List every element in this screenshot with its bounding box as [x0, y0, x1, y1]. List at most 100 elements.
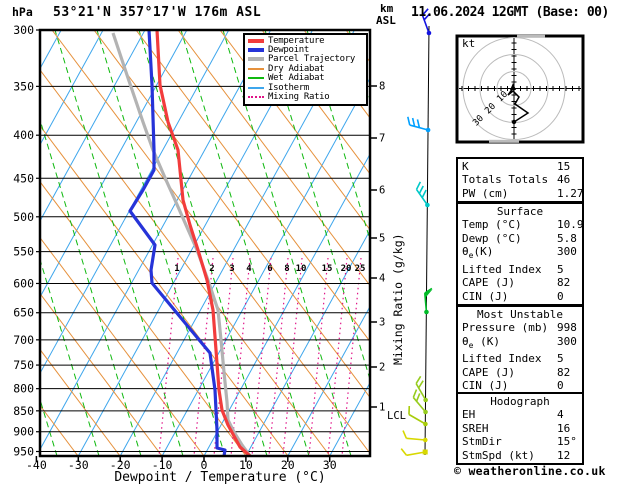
table-label: Totals Totals [462, 173, 549, 187]
table-value: 46 [557, 173, 571, 187]
table-label: StmDir [462, 435, 502, 449]
table-value: 15 [557, 160, 571, 173]
table-row: EH 4 [462, 408, 578, 421]
mixing-ratio-label: 4 [246, 264, 252, 274]
table-label: θe(K) [462, 245, 494, 261]
datetime-title: 11.06.2024 12GMT (Base: 00) [411, 5, 609, 20]
wind-barb-glyph [415, 375, 427, 401]
table-header: Hodograph [490, 395, 550, 408]
table-value: 300 [557, 245, 577, 259]
table-row: Dewp (°C) 5.8 [462, 232, 578, 245]
wind-barb-shaft [406, 437, 426, 441]
mixing-ratio-line [268, 257, 289, 456]
table-value: 5 [557, 352, 564, 366]
surface-table: Surface Temp (°C) 10.9 Dewp (°C) 5.8 θe(K) 300… [456, 202, 584, 307]
mixing-ratio-label: 1 [174, 264, 179, 274]
table-value: 300 [557, 334, 577, 348]
table-label: PW (cm) [462, 186, 509, 200]
table-row: CIN (J) 0 [462, 290, 578, 303]
table-value: 998 [557, 321, 577, 335]
wind-barb-glyph [400, 448, 426, 457]
table-label: Lifted Index [462, 262, 542, 276]
theta-e-subscript: e [468, 341, 474, 350]
table-row: PW (cm) 1.27 [462, 186, 584, 200]
pressure-tick-label: 950 [13, 445, 34, 459]
legend-swatch [248, 96, 264, 99]
mixing-ratio-axis-label: Mixing Ratio (g/kg) [391, 233, 405, 365]
wind-barb [423, 287, 433, 315]
table-row: StmDir 15° [462, 435, 578, 448]
plot-legend: Temperature Dewpoint Parcel Trajectory Dry … [243, 33, 368, 106]
mixing-ratio-line [230, 257, 251, 456]
table-header: Most Unstable [476, 308, 564, 321]
legend-item: Mixing Ratio [247, 92, 366, 103]
wind-prong [408, 405, 411, 415]
table-row: SREH 16 [462, 422, 578, 435]
mixing-ratio-label: 2 [209, 264, 214, 274]
table-value: 5.8 [557, 231, 577, 245]
table-value: 0 [557, 379, 564, 393]
wind-barb-shaft [408, 413, 426, 425]
table-label: SREH [462, 421, 489, 435]
table-row: θe (K) 300 [462, 335, 578, 353]
mixing-ratio-label: 15 [322, 264, 333, 274]
wind-prong [400, 448, 408, 456]
pressure-tick-label: 350 [13, 79, 34, 93]
wind-barb-shaft [406, 451, 426, 457]
legend-swatch [248, 48, 264, 53]
mixing-ratio-label: 6 [267, 264, 272, 274]
table-value: 5 [557, 262, 564, 276]
km-tick-label: 3 [379, 317, 385, 329]
hodograph-unit-label: kt [462, 37, 475, 50]
table-value: 16 [557, 421, 571, 435]
km-tick-label: 7 [379, 133, 385, 145]
table-row: CAPE (J) 82 [462, 276, 578, 289]
pressure-tick-label: 800 [13, 382, 34, 396]
table-value: 0 [557, 289, 564, 303]
table-value: 4 [557, 408, 564, 422]
temp-tick-label: -40 [26, 458, 47, 472]
parcel-curve [111, 32, 252, 456]
legend-swatch [248, 86, 264, 89]
pressure-tick-label: 850 [13, 404, 34, 418]
theta-e-subscript: e [468, 251, 474, 261]
x-axis-label: Dewpoint / Temperature (°C) [114, 470, 326, 485]
table-label: Lifted Index [462, 352, 542, 366]
mixing-ratio-line [327, 257, 348, 456]
lcl-label: LCL [387, 410, 406, 422]
km-tick-label: 1 [379, 402, 385, 414]
table-value: 15° [557, 435, 577, 449]
mixing-ratio-line [308, 257, 329, 456]
hodograph-table: Hodograph EH 4 SREH 16 StmDir 15° StmSpd (kt) 12 [456, 392, 584, 466]
dry-adiabat-line [40, 180, 247, 456]
wind-barb [402, 430, 428, 443]
pressure-tick-label: 700 [13, 333, 34, 347]
table-label: Pressure (mb) [462, 321, 549, 335]
wind-staff-line [424, 25, 430, 456]
table-label: K [462, 160, 469, 173]
mixing-ratio-label: 25 [355, 264, 366, 274]
indices-table: K 15 Totals Totals 46 PW (cm) 1.27 [456, 157, 584, 204]
pressure-tick-label: 750 [13, 358, 34, 372]
wind-barb-glyph [415, 181, 429, 206]
legend-item: Dewpoint [247, 45, 366, 55]
hodograph: 102030kt [455, 34, 585, 144]
table-row: K 15 [462, 160, 578, 173]
station-title: 53°21'N 357°17'W 176m ASL [53, 5, 262, 20]
hodograph-border-accent [489, 139, 519, 143]
table-value: 10.9 [557, 218, 584, 232]
legend-label: Mixing Ratio [268, 92, 330, 103]
wind-barb-glyph [402, 430, 426, 441]
table-row: Lifted Index 5 [462, 263, 578, 276]
km-tick-label: 4 [379, 273, 385, 285]
table-row: Temp (°C) 10.9 [462, 218, 584, 231]
mixing-ratio-line [341, 257, 362, 456]
pressure-tick-label: 450 [13, 171, 34, 185]
wet-adiabat-line [54, 30, 184, 456]
table-label: Dewp (°C) [462, 231, 522, 245]
km-tick-label: 8 [379, 81, 385, 93]
wind-barb [415, 181, 430, 208]
pressure-tick-label: 400 [13, 128, 34, 142]
wind-barb-column [400, 8, 433, 457]
legend-item: Temperature [247, 36, 366, 46]
